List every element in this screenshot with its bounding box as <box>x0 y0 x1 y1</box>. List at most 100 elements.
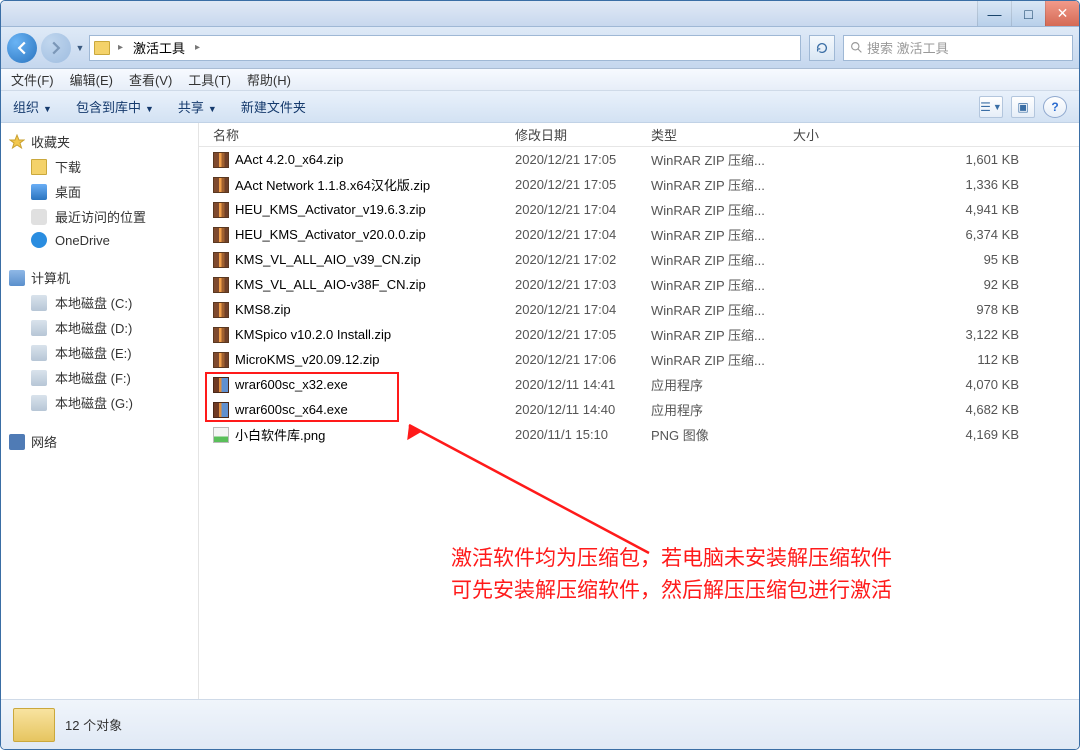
sidebar-item-drive[interactable]: 本地磁盘 (E:) <box>9 340 198 365</box>
search-placeholder: 搜索 激活工具 <box>867 38 949 57</box>
breadcrumb-folder[interactable]: 激活工具 <box>131 38 187 57</box>
status-bar: 12 个对象 <box>1 699 1079 749</box>
annotation-text: 激活软件均为压缩包，若电脑未安装解压缩软件 可先安装解压缩软件，然后解压压缩包进… <box>451 543 892 606</box>
drive-icon <box>31 370 47 386</box>
folder-icon <box>31 159 47 175</box>
sidebar-item-drive[interactable]: 本地磁盘 (C:) <box>9 290 198 315</box>
sidebar-computer[interactable]: 计算机 <box>9 265 198 290</box>
sidebar-network[interactable]: 网络 <box>9 429 198 454</box>
menu-file[interactable]: 文件(F) <box>11 70 54 89</box>
sidebar-item-drive[interactable]: 本地磁盘 (G:) <box>9 390 198 415</box>
history-dropdown[interactable]: ▼ <box>75 33 85 63</box>
file-row[interactable]: AAct Network 1.1.8.x64汉化版.zip2020/12/21 … <box>199 172 1079 197</box>
nav-bar: ▼ ▸ 激活工具 ▸ 搜索 激活工具 <box>1 27 1079 69</box>
file-name: wrar600sc_x64.exe <box>235 402 348 417</box>
folder-icon <box>13 708 55 742</box>
file-row[interactable]: HEU_KMS_Activator_v20.0.0.zip2020/12/21 … <box>199 222 1079 247</box>
file-type: WinRAR ZIP 压缩... <box>651 150 793 169</box>
file-name: 小白软件库.png <box>235 425 325 444</box>
file-type: WinRAR ZIP 压缩... <box>651 350 793 369</box>
header-type[interactable]: 类型 <box>651 123 793 146</box>
forward-button[interactable] <box>41 33 71 63</box>
explorer-window: — □ ✕ ▼ ▸ 激活工具 ▸ 搜索 激活工具 文件(F) 编辑(E) 查看(… <box>0 0 1080 750</box>
file-row[interactable]: 小白软件库.png2020/11/1 15:10PNG 图像4,169 KB <box>199 422 1079 447</box>
file-type: WinRAR ZIP 压缩... <box>651 225 793 244</box>
file-size: 978 KB <box>793 302 1079 317</box>
file-row[interactable]: KMSpico v10.2.0 Install.zip2020/12/21 17… <box>199 322 1079 347</box>
organize-button[interactable]: 组织▼ <box>13 97 52 116</box>
header-date[interactable]: 修改日期 <box>515 123 651 146</box>
exe-file-icon <box>213 402 229 418</box>
file-row[interactable]: wrar600sc_x64.exe2020/12/11 14:40应用程序4,6… <box>199 397 1079 422</box>
desktop-icon <box>31 184 47 200</box>
drive-icon <box>31 320 47 336</box>
share-button[interactable]: 共享▼ <box>178 97 217 116</box>
include-library-button[interactable]: 包含到库中▼ <box>76 97 154 116</box>
zip-file-icon <box>213 152 229 168</box>
sidebar-item[interactable]: 桌面 <box>9 179 198 204</box>
file-size: 4,941 KB <box>793 202 1079 217</box>
help-button[interactable]: ? <box>1043 96 1067 118</box>
arrow-left-icon <box>15 41 29 55</box>
file-size: 95 KB <box>793 252 1079 267</box>
title-bar[interactable]: — □ ✕ <box>1 1 1079 27</box>
header-name[interactable]: 名称 <box>213 123 515 146</box>
file-name: KMSpico v10.2.0 Install.zip <box>235 327 391 342</box>
drive-icon <box>31 295 47 311</box>
drive-icon <box>31 395 47 411</box>
sidebar-favorites[interactable]: 收藏夹 <box>9 129 198 154</box>
menu-edit[interactable]: 编辑(E) <box>70 70 113 89</box>
back-button[interactable] <box>7 33 37 63</box>
sidebar-item[interactable]: 最近访问的位置 <box>9 204 198 229</box>
close-button[interactable]: ✕ <box>1045 1 1079 26</box>
address-bar[interactable]: ▸ 激活工具 ▸ <box>89 35 801 61</box>
file-name: HEU_KMS_Activator_v20.0.0.zip <box>235 227 426 242</box>
preview-pane-button[interactable]: ▣ <box>1011 96 1035 118</box>
menu-help[interactable]: 帮助(H) <box>247 70 291 89</box>
file-list-area: 名称 修改日期 类型 大小 AAct 4.2.0_x64.zip 2020/12/… <box>199 123 1079 699</box>
file-date: 2020/12/21 17:02 <box>515 252 651 267</box>
file-row[interactable]: MicroKMS_v20.09.12.zip2020/12/21 17:06Wi… <box>199 347 1079 372</box>
file-size: 1,601 KB <box>793 152 1079 167</box>
sidebar-item[interactable]: 下载 <box>9 154 198 179</box>
file-name: AAct 4.2.0_x64.zip <box>235 152 343 167</box>
refresh-button[interactable] <box>809 35 835 61</box>
sidebar-item-drive[interactable]: 本地磁盘 (D:) <box>9 315 198 340</box>
zip-file-icon <box>213 277 229 293</box>
file-row[interactable]: AAct 4.2.0_x64.zip 2020/12/21 17:05WinRAR… <box>199 147 1079 172</box>
file-row[interactable]: HEU_KMS_Activator_v19.6.3.zip2020/12/21 … <box>199 197 1079 222</box>
exe-file-icon <box>213 377 229 393</box>
file-size: 6,374 KB <box>793 227 1079 242</box>
minimize-button[interactable]: — <box>977 1 1011 26</box>
drive-icon <box>31 345 47 361</box>
menu-tools[interactable]: 工具(T) <box>188 70 231 89</box>
menu-view[interactable]: 查看(V) <box>129 70 172 89</box>
navigation-pane: 收藏夹 下载桌面最近访问的位置OneDrive 计算机 本地磁盘 (C:)本地磁… <box>1 123 199 699</box>
file-type: WinRAR ZIP 压缩... <box>651 275 793 294</box>
column-headers: 名称 修改日期 类型 大小 <box>199 123 1079 147</box>
file-size: 4,070 KB <box>793 377 1079 392</box>
file-row[interactable]: wrar600sc_x32.exe2020/12/11 14:41应用程序4,0… <box>199 372 1079 397</box>
sidebar-item[interactable]: OneDrive <box>9 229 198 251</box>
zip-file-icon <box>213 177 229 193</box>
file-size: 4,169 KB <box>793 427 1079 442</box>
file-date: 2020/12/21 17:04 <box>515 302 651 317</box>
file-type: PNG 图像 <box>651 425 793 444</box>
header-size[interactable]: 大小 <box>793 123 1079 146</box>
arrow-right-icon <box>49 41 63 55</box>
file-date: 2020/12/21 17:03 <box>515 277 651 292</box>
breadcrumb-sep: ▸ <box>193 42 202 53</box>
new-folder-button[interactable]: 新建文件夹 <box>241 97 306 116</box>
file-row[interactable]: KMS_VL_ALL_AIO-v38F_CN.zip2020/12/21 17:… <box>199 272 1079 297</box>
sidebar-item-drive[interactable]: 本地磁盘 (F:) <box>9 365 198 390</box>
search-input[interactable]: 搜索 激活工具 <box>843 35 1073 61</box>
file-date: 2020/12/21 17:05 <box>515 152 651 167</box>
maximize-button[interactable]: □ <box>1011 1 1045 26</box>
file-row[interactable]: KMS8.zip2020/12/21 17:04WinRAR ZIP 压缩...… <box>199 297 1079 322</box>
file-row[interactable]: KMS_VL_ALL_AIO_v39_CN.zip2020/12/21 17:0… <box>199 247 1079 272</box>
view-mode-button[interactable]: ☰▼ <box>979 96 1003 118</box>
zip-file-icon <box>213 252 229 268</box>
file-type: WinRAR ZIP 压缩... <box>651 300 793 319</box>
file-name: MicroKMS_v20.09.12.zip <box>235 352 380 367</box>
network-icon <box>9 434 25 450</box>
